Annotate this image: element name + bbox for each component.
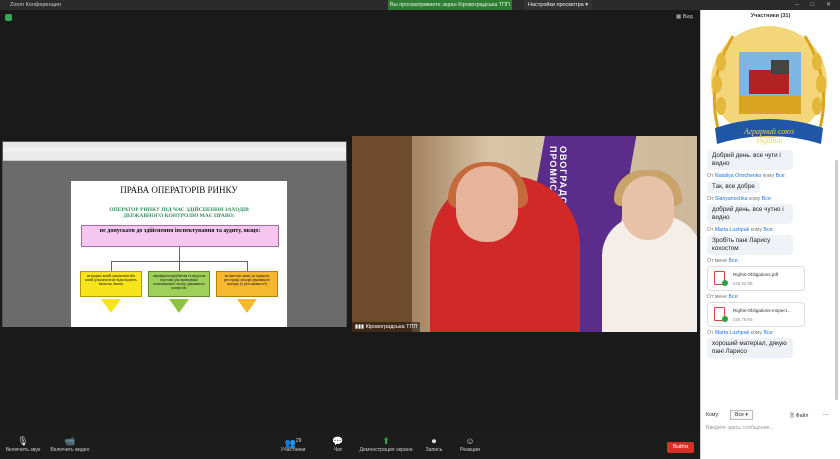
chat-sender: От Slanyanochka кому Все:: [707, 196, 773, 202]
doc-box-2: перевірка передбачена та відсутня підста…: [148, 271, 210, 297]
chat-bubble: Зробіть пані Ларису кохостом: [707, 235, 793, 255]
file-name: Rights-Obligations.pdf: [733, 272, 779, 277]
chat-to-label: Кому:: [706, 412, 720, 418]
connector: [247, 261, 248, 271]
chat-bubble: Добрий день. все чути і видно: [707, 150, 793, 170]
chat-recipient-select[interactable]: Все ▾: [730, 410, 753, 420]
arrow-down-icon: [169, 299, 189, 313]
side-panel: Участники (31) Аграрний союз України Доб…: [700, 10, 840, 459]
doc-page: ПРАВА ОПЕРАТОРІВ РИНКУ ОПЕРАТОР РИНКУ ПІ…: [71, 181, 287, 327]
connector: [179, 261, 180, 271]
video-tile[interactable]: ОВОГРАДСЬКА ТОРГОВО-ПРОМИСЛОВ: [352, 136, 697, 332]
security-shield-icon[interactable]: [5, 14, 12, 21]
participant-1-face: [456, 166, 518, 242]
share-screen-button[interactable]: ⬆ Демонстрация экрана: [358, 435, 414, 453]
reactions-button[interactable]: ☺ Реакции: [456, 435, 484, 453]
chat-sender: От мене Все:: [707, 258, 739, 264]
chat-sender: От мене Все:: [707, 294, 739, 300]
participants-icon: 👥29: [284, 438, 302, 448]
chat-bubble: добрий день, все чутно і видно: [707, 204, 793, 224]
reactions-icon: ☺: [465, 436, 475, 446]
window-controls[interactable]: ─ □ ✕: [795, 1, 836, 8]
chat-sender: От Nataliya Omichenko кому Все:: [707, 173, 787, 179]
video-door: [352, 136, 412, 332]
meeting-toolbar: 🎙 Включить звук 📹 Включить видео 👥29 Участн…: [0, 432, 700, 459]
view-button[interactable]: ▦ Вид: [676, 14, 693, 20]
doc-toolbar: [3, 152, 346, 161]
chat-file[interactable]: Rights-Obligations-Inspect... 230.76 КБ: [707, 302, 805, 327]
share-status-banner: Вы просматриваете экран Кіровоградська Т…: [388, 0, 512, 10]
shared-screen: ПРАВА ОПЕРАТОРІВ РИНКУ ОПЕРАТОР РИНКУ ПІ…: [2, 141, 347, 327]
connector: [111, 261, 112, 271]
participant-2-face: [622, 176, 674, 240]
doc-subtitle: ОПЕРАТОР РИНКУ ПІД ЧАС ЗДІЙСНЕННЯ ЗАХОДІ…: [109, 207, 249, 219]
participants-header[interactable]: Участники (31): [701, 10, 840, 22]
chat-file[interactable]: Rights-Obligations.pdf 249.92 КБ: [707, 266, 805, 291]
logo-line-1: Аграрний союз: [743, 127, 794, 136]
file-size: 230.76 КБ: [733, 317, 753, 322]
view-options-button[interactable]: Настройки просмотра ▾: [524, 0, 592, 10]
file-size: 249.92 КБ: [733, 281, 753, 286]
participants-button[interactable]: 👥29 Участники: [276, 435, 310, 453]
chat-sender: От Marta Lushpak кому Все:: [707, 330, 774, 336]
unmute-button[interactable]: 🎙 Включить звук: [4, 435, 42, 453]
video-name-label: ▮▮▮ Кіровоградська ТПП: [352, 322, 421, 332]
doc-title: ПРАВА ОПЕРАТОРІВ РИНКУ: [120, 185, 238, 195]
app-title: Zoom Конференция: [10, 2, 61, 8]
share-screen-icon: ⬆: [382, 436, 390, 446]
arrow-down-icon: [101, 299, 121, 313]
chat-input[interactable]: Введите здесь сообщение...: [706, 425, 774, 431]
chat-button[interactable]: 💬 Чат: [326, 435, 350, 453]
video-off-icon: 📹: [64, 436, 76, 446]
logo-line-2: України: [755, 136, 782, 145]
chat-messages: Добрий день. все чути і видно От Nataliy…: [707, 150, 827, 358]
more-options-icon[interactable]: ...: [823, 411, 828, 417]
mic-off-icon: 🎙: [17, 436, 29, 446]
doc-main-box: не допускати до здійснення інспектування…: [81, 225, 279, 247]
connector: [179, 247, 180, 261]
doc-box-1: не надано копій документів або копій док…: [80, 271, 142, 297]
arrow-down-icon: [237, 299, 257, 313]
record-button[interactable]: ⏺ Запись: [420, 435, 448, 453]
record-icon: ⏺: [431, 436, 437, 446]
check-icon: [722, 316, 728, 322]
start-video-button[interactable]: 📹 Включить видео: [48, 435, 92, 453]
file-name: Rights-Obligations-Inspect...: [733, 308, 791, 313]
chat-scrollbar[interactable]: [835, 160, 838, 400]
file-button[interactable]: 🗎 Файл: [790, 412, 808, 421]
chat-bubble: хороший матеріал, дякую пані Ларисо: [707, 338, 793, 358]
doc-box-3: не внесено запис до журналу реєстрації з…: [216, 271, 278, 297]
chat-bubble: Так, все добре: [707, 181, 760, 193]
check-icon: [722, 280, 728, 286]
leave-button[interactable]: Выйти: [667, 442, 694, 453]
chat-icon: 💬: [332, 436, 344, 446]
doc-canvas: ПРАВА ОПЕРАТОРІВ РИНКУ ОПЕРАТОР РИНКУ ПІ…: [3, 161, 346, 327]
chat-sender: От Marta Lushpak кому Все:: [707, 227, 774, 233]
agrarian-union-logo: Аграрний союз України: [711, 26, 827, 145]
